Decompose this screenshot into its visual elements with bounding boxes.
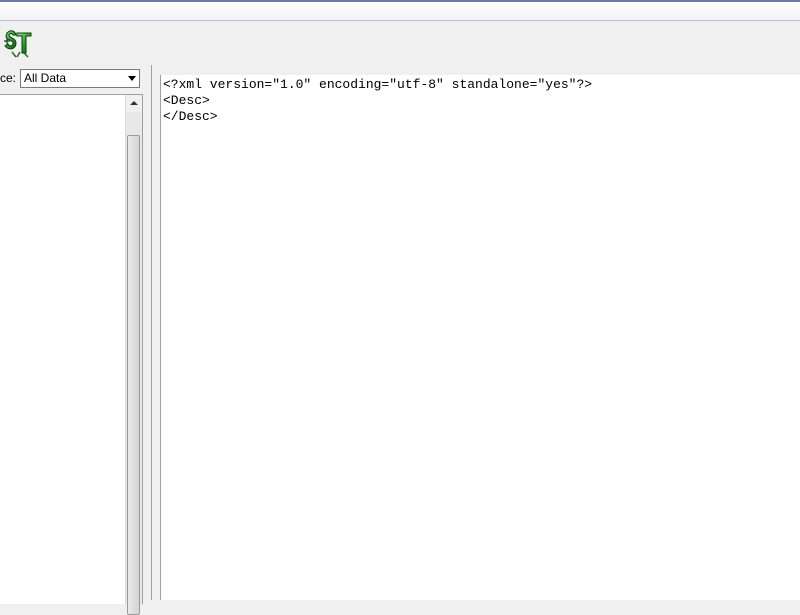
arrow-up-icon	[130, 101, 138, 105]
xml-editor[interactable]: <?xml version="1.0" encoding="utf-8" sta…	[160, 75, 800, 600]
chevron-down-icon[interactable]	[128, 76, 136, 81]
source-dropdown-value: All Data	[24, 71, 67, 85]
code-line: </Desc>	[163, 109, 218, 124]
vertical-scrollbar[interactable]	[125, 95, 142, 615]
app-logo-icon[interactable]	[3, 27, 33, 59]
left-pane: ce: All Data	[0, 65, 150, 615]
data-list[interactable]	[0, 94, 143, 615]
code-line: <Desc>	[163, 93, 210, 108]
scroll-thumb[interactable]	[127, 135, 140, 615]
pane-splitter[interactable]	[150, 65, 160, 600]
toolbar	[0, 21, 800, 65]
code-line: <?xml version="1.0" encoding="utf-8" sta…	[163, 77, 593, 92]
title-bar	[0, 0, 800, 21]
source-label: ce:	[0, 71, 17, 85]
source-dropdown[interactable]: All Data	[20, 69, 140, 88]
scroll-up-button[interactable]	[126, 95, 142, 112]
